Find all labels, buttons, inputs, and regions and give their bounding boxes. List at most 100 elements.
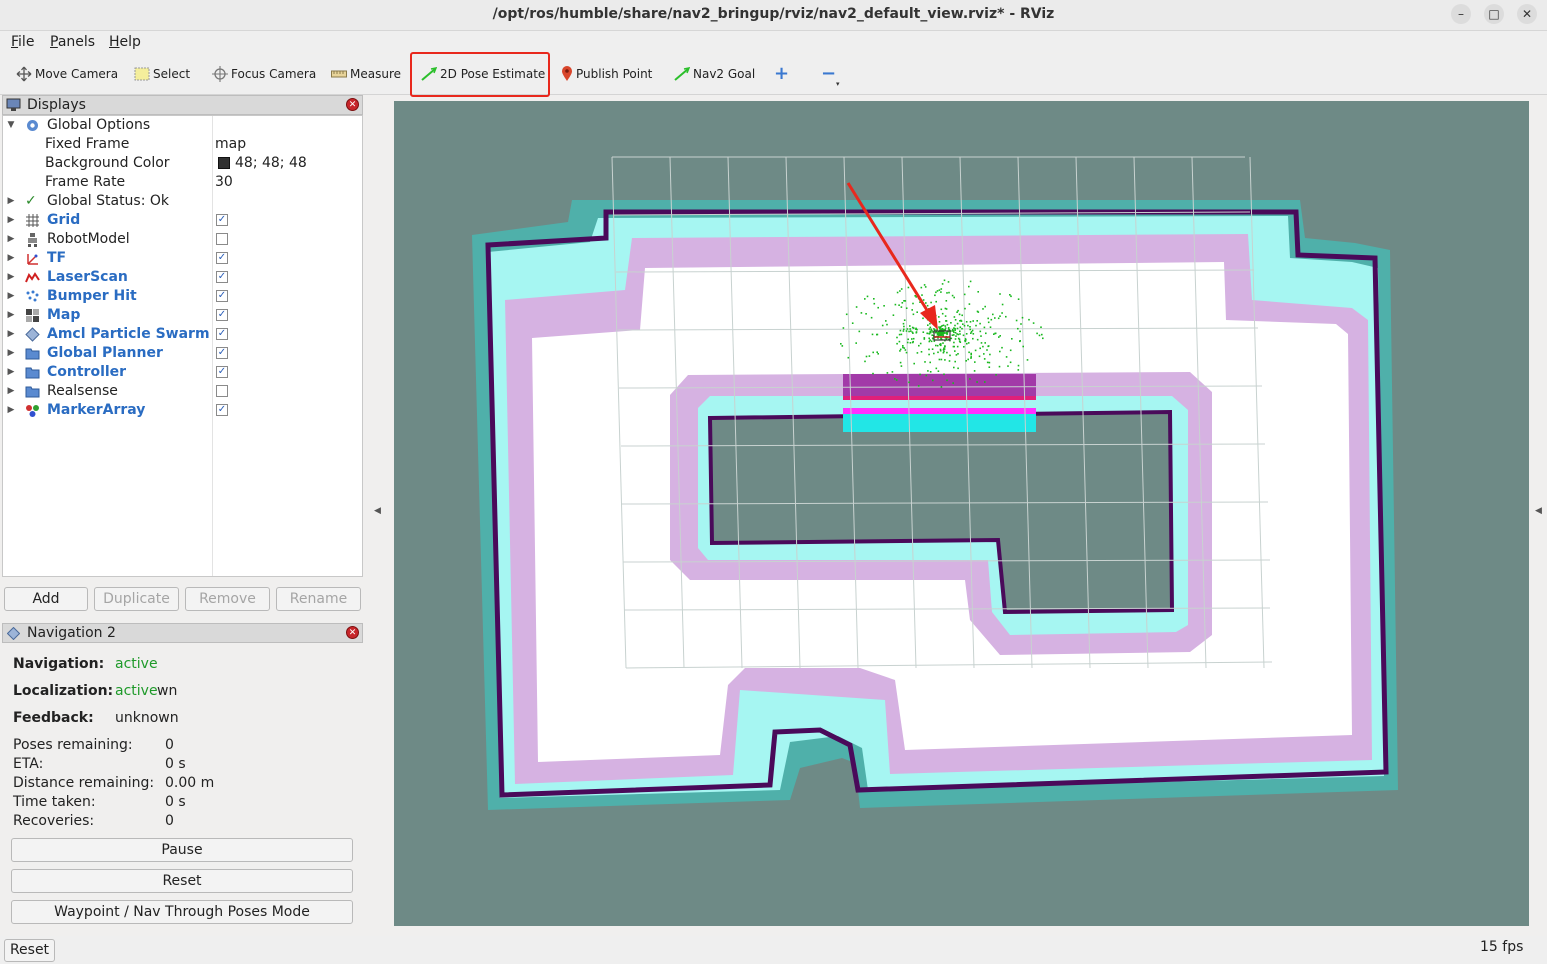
menu-panels[interactable]: Panels <box>50 34 95 50</box>
display-enable-checkbox[interactable]: ✓ <box>216 328 228 340</box>
frame-rate-value[interactable]: 30 <box>215 173 233 192</box>
tree-row-global-options[interactable]: ▼ Global Options <box>2 116 361 135</box>
reset-button[interactable]: Reset <box>4 939 55 962</box>
display-enable-checkbox[interactable]: ✓ <box>216 309 228 321</box>
display-enable-checkbox[interactable]: ✓ <box>216 404 228 416</box>
tree-row-grid[interactable]: ▶ Grid ✓ <box>2 211 361 230</box>
particle <box>964 338 967 340</box>
menu-help[interactable]: Help <box>109 34 141 50</box>
fixed-frame-value[interactable]: map <box>215 135 246 154</box>
collapsed-arrow-icon[interactable]: ▶ <box>6 192 16 211</box>
background-color-value[interactable]: 48; 48; 48 <box>235 154 307 173</box>
collapsed-arrow-icon[interactable]: ▶ <box>6 382 16 401</box>
display-enable-checkbox[interactable]: ✓ <box>216 252 228 264</box>
collapsed-arrow-icon[interactable]: ▶ <box>6 268 16 287</box>
tree-row-controller[interactable]: ▶ Controller ✓ <box>2 363 361 382</box>
particle <box>980 335 982 337</box>
right-splitter-handle[interactable]: ◀ <box>1530 101 1547 926</box>
particle <box>938 321 941 323</box>
add-tool-button[interactable]: + <box>774 63 789 85</box>
tree-row-tf[interactable]: ▶ TF ✓ <box>2 249 361 268</box>
particle <box>900 333 903 336</box>
chevron-down-icon[interactable]: ▾ <box>836 80 840 88</box>
tree-row-markerarray[interactable]: ▶ MarkerArray ✓ <box>2 401 361 420</box>
tree-row-robotmodel[interactable]: ▶ RobotModel <box>2 230 361 249</box>
display-enable-checkbox[interactable] <box>216 385 228 397</box>
minimize-button[interactable]: – <box>1451 4 1471 24</box>
display-enable-checkbox[interactable] <box>216 233 228 245</box>
collapsed-arrow-icon[interactable]: ▶ <box>6 344 16 363</box>
focus-camera-tool[interactable]: Focus Camera <box>212 63 316 85</box>
feedback-value: unknown <box>115 710 179 726</box>
particle <box>944 346 946 348</box>
move-camera-tool[interactable]: Move Camera <box>16 63 118 85</box>
particle <box>928 353 930 356</box>
display-enable-checkbox[interactable]: ✓ <box>216 347 228 359</box>
add-display-button[interactable]: Add <box>4 587 88 611</box>
collapsed-arrow-icon[interactable]: ▶ <box>6 230 16 249</box>
remove-button[interactable]: Remove <box>185 587 270 611</box>
collapsed-arrow-icon[interactable]: ▶ <box>6 401 16 420</box>
collapsed-arrow-icon[interactable]: ▶ <box>6 363 16 382</box>
collapse-left-icon[interactable]: ◀ <box>374 506 381 516</box>
collapsed-arrow-icon[interactable]: ▶ <box>6 287 16 306</box>
maximize-button[interactable]: □ <box>1484 4 1504 24</box>
particle <box>950 337 953 340</box>
close-window-button[interactable]: ✕ <box>1517 4 1537 24</box>
tree-row-fixed-frame[interactable]: Fixed Frame map <box>2 135 361 154</box>
close-icon[interactable]: ✕ <box>346 626 359 639</box>
tree-row-amcl-particle-swarm[interactable]: ▶ Amcl Particle Swarm ✓ <box>2 325 361 344</box>
select-tool[interactable]: Select <box>134 63 190 85</box>
particle <box>865 313 867 315</box>
rename-button[interactable]: Rename <box>276 587 361 611</box>
localization-suffix: wn <box>157 683 178 699</box>
nav2-goal-tool[interactable]: Nav2 Goal <box>674 63 755 85</box>
collapsed-arrow-icon[interactable]: ▶ <box>6 325 16 344</box>
tree-row-map[interactable]: ▶ Map ✓ <box>2 306 361 325</box>
collapse-right-icon[interactable]: ◀ <box>1535 506 1542 516</box>
measure-tool[interactable]: Measure <box>331 63 401 85</box>
duplicate-button[interactable]: Duplicate <box>94 587 179 611</box>
close-icon[interactable]: ✕ <box>346 98 359 111</box>
menu-file[interactable]: File <box>11 34 34 50</box>
navigation-panel-header[interactable]: Navigation 2 ✕ <box>2 623 363 643</box>
tree-row-background-color[interactable]: Background Color 48; 48; 48 <box>2 154 361 173</box>
particle <box>1009 349 1012 352</box>
pause-button[interactable]: Pause <box>11 838 353 862</box>
displays-panel-header[interactable]: Displays ✕ <box>2 95 363 115</box>
render-viewport[interactable] <box>394 101 1529 926</box>
display-enable-checkbox[interactable]: ✓ <box>216 290 228 302</box>
publish-point-tool[interactable]: Publish Point <box>561 63 652 85</box>
particle <box>984 305 986 308</box>
tree-row-frame-rate[interactable]: Frame Rate 30 <box>2 173 361 192</box>
navigation-status: active <box>115 656 158 672</box>
particle <box>954 329 956 331</box>
expanded-arrow-icon[interactable]: ▼ <box>6 116 16 135</box>
tree-row-laserscan[interactable]: ▶ LaserScan ✓ <box>2 268 361 287</box>
waypoint-mode-button[interactable]: Waypoint / Nav Through Poses Mode <box>11 900 353 924</box>
particle <box>921 294 923 296</box>
map-canvas[interactable] <box>394 101 1529 926</box>
particle <box>872 351 874 354</box>
color-swatch[interactable] <box>218 157 230 169</box>
particle <box>967 358 969 361</box>
display-enable-checkbox[interactable]: ✓ <box>216 271 228 283</box>
tree-row-bumper-hit[interactable]: ▶ Bumper Hit ✓ <box>2 287 361 306</box>
tree-row-realsense[interactable]: ▶ Realsense <box>2 382 361 401</box>
particle <box>983 326 986 329</box>
particle <box>941 312 944 315</box>
display-label: Grid <box>47 212 81 228</box>
particle <box>943 279 946 282</box>
collapsed-arrow-icon[interactable]: ▶ <box>6 306 16 325</box>
remove-tool-button[interactable]: − <box>821 63 836 85</box>
tree-row-global-status[interactable]: ▶ ✓ Global Status: Ok <box>2 192 361 211</box>
collapsed-arrow-icon[interactable]: ▶ <box>6 249 16 268</box>
window-title: /opt/ros/humble/share/nav2_bringup/rviz/… <box>492 6 1055 22</box>
collapsed-arrow-icon[interactable]: ▶ <box>6 211 16 230</box>
display-enable-checkbox[interactable]: ✓ <box>216 214 228 226</box>
folder-icon <box>25 367 40 379</box>
left-splitter-handle[interactable]: ◀ <box>366 101 392 926</box>
tree-row-global-planner[interactable]: ▶ Global Planner ✓ <box>2 344 361 363</box>
reset-nav-button[interactable]: Reset <box>11 869 353 893</box>
display-enable-checkbox[interactable]: ✓ <box>216 366 228 378</box>
